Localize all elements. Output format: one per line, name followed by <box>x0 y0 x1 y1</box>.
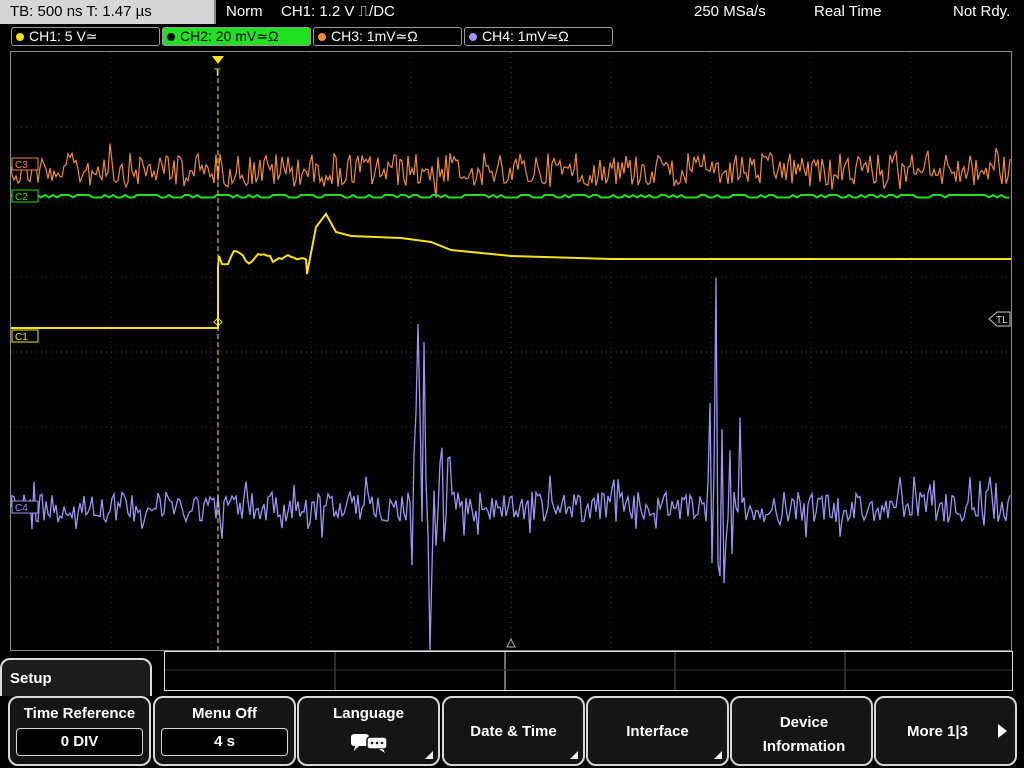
next-page-arrow-icon <box>998 724 1007 738</box>
more-softkey[interactable]: More 1|3 <box>874 696 1017 766</box>
channel-dot-icon <box>469 33 477 41</box>
channel-dot-icon <box>167 33 175 41</box>
channel-label: CH4: 1mV≃Ω <box>482 28 569 44</box>
interface-softkey[interactable]: Interface <box>586 696 729 766</box>
softkey-label: Date & Time <box>470 723 557 740</box>
time-reference-value: 0 DIV <box>16 728 143 756</box>
waveform-display[interactable]: T C3 C2 C1 C4 TL <box>10 51 1012 651</box>
acquisition-state: Not Rdy. <box>953 3 1011 20</box>
channel-label: CH1: 5 V≃ <box>29 28 98 44</box>
softkey-label: Time Reference <box>23 705 136 722</box>
softkey-label: Menu Off <box>192 705 257 722</box>
acquisition-mode[interactable]: Real Time <box>814 3 882 20</box>
overview-grid <box>165 652 1012 690</box>
channel-tab-ch3[interactable]: CH3: 1mV≃Ω <box>313 27 462 46</box>
trigger-position-label: T <box>214 67 221 79</box>
trigger-readout[interactable]: CH1: 1.2 V ⎍/DC <box>281 3 395 20</box>
softkey-label: Interface <box>626 723 689 740</box>
softkey-label: Language <box>333 705 404 722</box>
device-information-softkey[interactable]: Device Information <box>730 696 873 766</box>
channel-label: CH2: 20 mV≃Ω <box>180 28 279 44</box>
overview-strip[interactable] <box>164 651 1013 691</box>
softkey-label: Device Information <box>762 714 846 755</box>
submenu-indicator-icon <box>714 751 722 759</box>
waveform-canvas: T C3 C2 C1 C4 TL <box>11 52 1011 650</box>
status-bar: TB: 500 ns T: 1.47 µs Norm CH1: 1.2 V ⎍/… <box>0 0 1024 26</box>
speech-bubble-icon <box>351 734 388 753</box>
ch1-level-label: C1 <box>15 332 28 343</box>
menu-off-value: 4 s <box>161 728 288 756</box>
menu-off-softkey[interactable]: Menu Off 4 s <box>153 696 296 766</box>
sample-rate: 250 MSa/s <box>694 3 766 20</box>
ch2-level-label: C2 <box>15 192 28 203</box>
channel-tab-ch4[interactable]: CH4: 1mV≃Ω <box>464 27 613 46</box>
softkey-label: More 1|3 <box>907 723 968 740</box>
graticule <box>11 52 1011 650</box>
channel-tab-ch2[interactable]: CH2: 20 mV≃Ω <box>162 27 311 46</box>
submenu-indicator-icon <box>570 751 578 759</box>
channel-tab-ch1[interactable]: CH1: 5 V≃ <box>11 27 160 46</box>
channel-dot-icon <box>318 33 326 41</box>
ch4-level-label: C4 <box>15 503 28 514</box>
language-softkey[interactable]: Language <box>297 696 440 766</box>
setup-menu-tab[interactable]: Setup <box>0 658 152 698</box>
trigger-level-label: TL <box>996 315 1008 326</box>
ch1-trace <box>11 212 1011 329</box>
date-time-softkey[interactable]: Date & Time <box>442 696 585 766</box>
setup-menu-title: Setup <box>10 670 52 687</box>
timebase-readout: TB: 500 ns T: 1.47 µs <box>10 3 152 20</box>
channel-dot-icon <box>16 33 24 41</box>
timebase-box[interactable]: TB: 500 ns T: 1.47 µs <box>0 0 216 24</box>
trigger-mode[interactable]: Norm <box>226 3 263 20</box>
channel-label: CH3: 1mV≃Ω <box>331 28 418 44</box>
trigger-position-marker[interactable] <box>212 56 224 64</box>
time-reference-softkey[interactable]: Time Reference 0 DIV <box>8 696 151 766</box>
ch2-trace <box>11 193 1009 199</box>
ch3-level-label: C3 <box>15 160 28 171</box>
submenu-indicator-icon <box>425 751 433 759</box>
channel-tabs: CH1: 5 V≃ CH2: 20 mV≃Ω CH3: 1mV≃Ω CH4: 1… <box>0 26 1024 48</box>
softkey-bar: Time Reference 0 DIV Menu Off 4 s Langua… <box>0 696 1024 768</box>
ch3-trace <box>11 143 1011 199</box>
ch4-trace <box>11 277 1011 650</box>
